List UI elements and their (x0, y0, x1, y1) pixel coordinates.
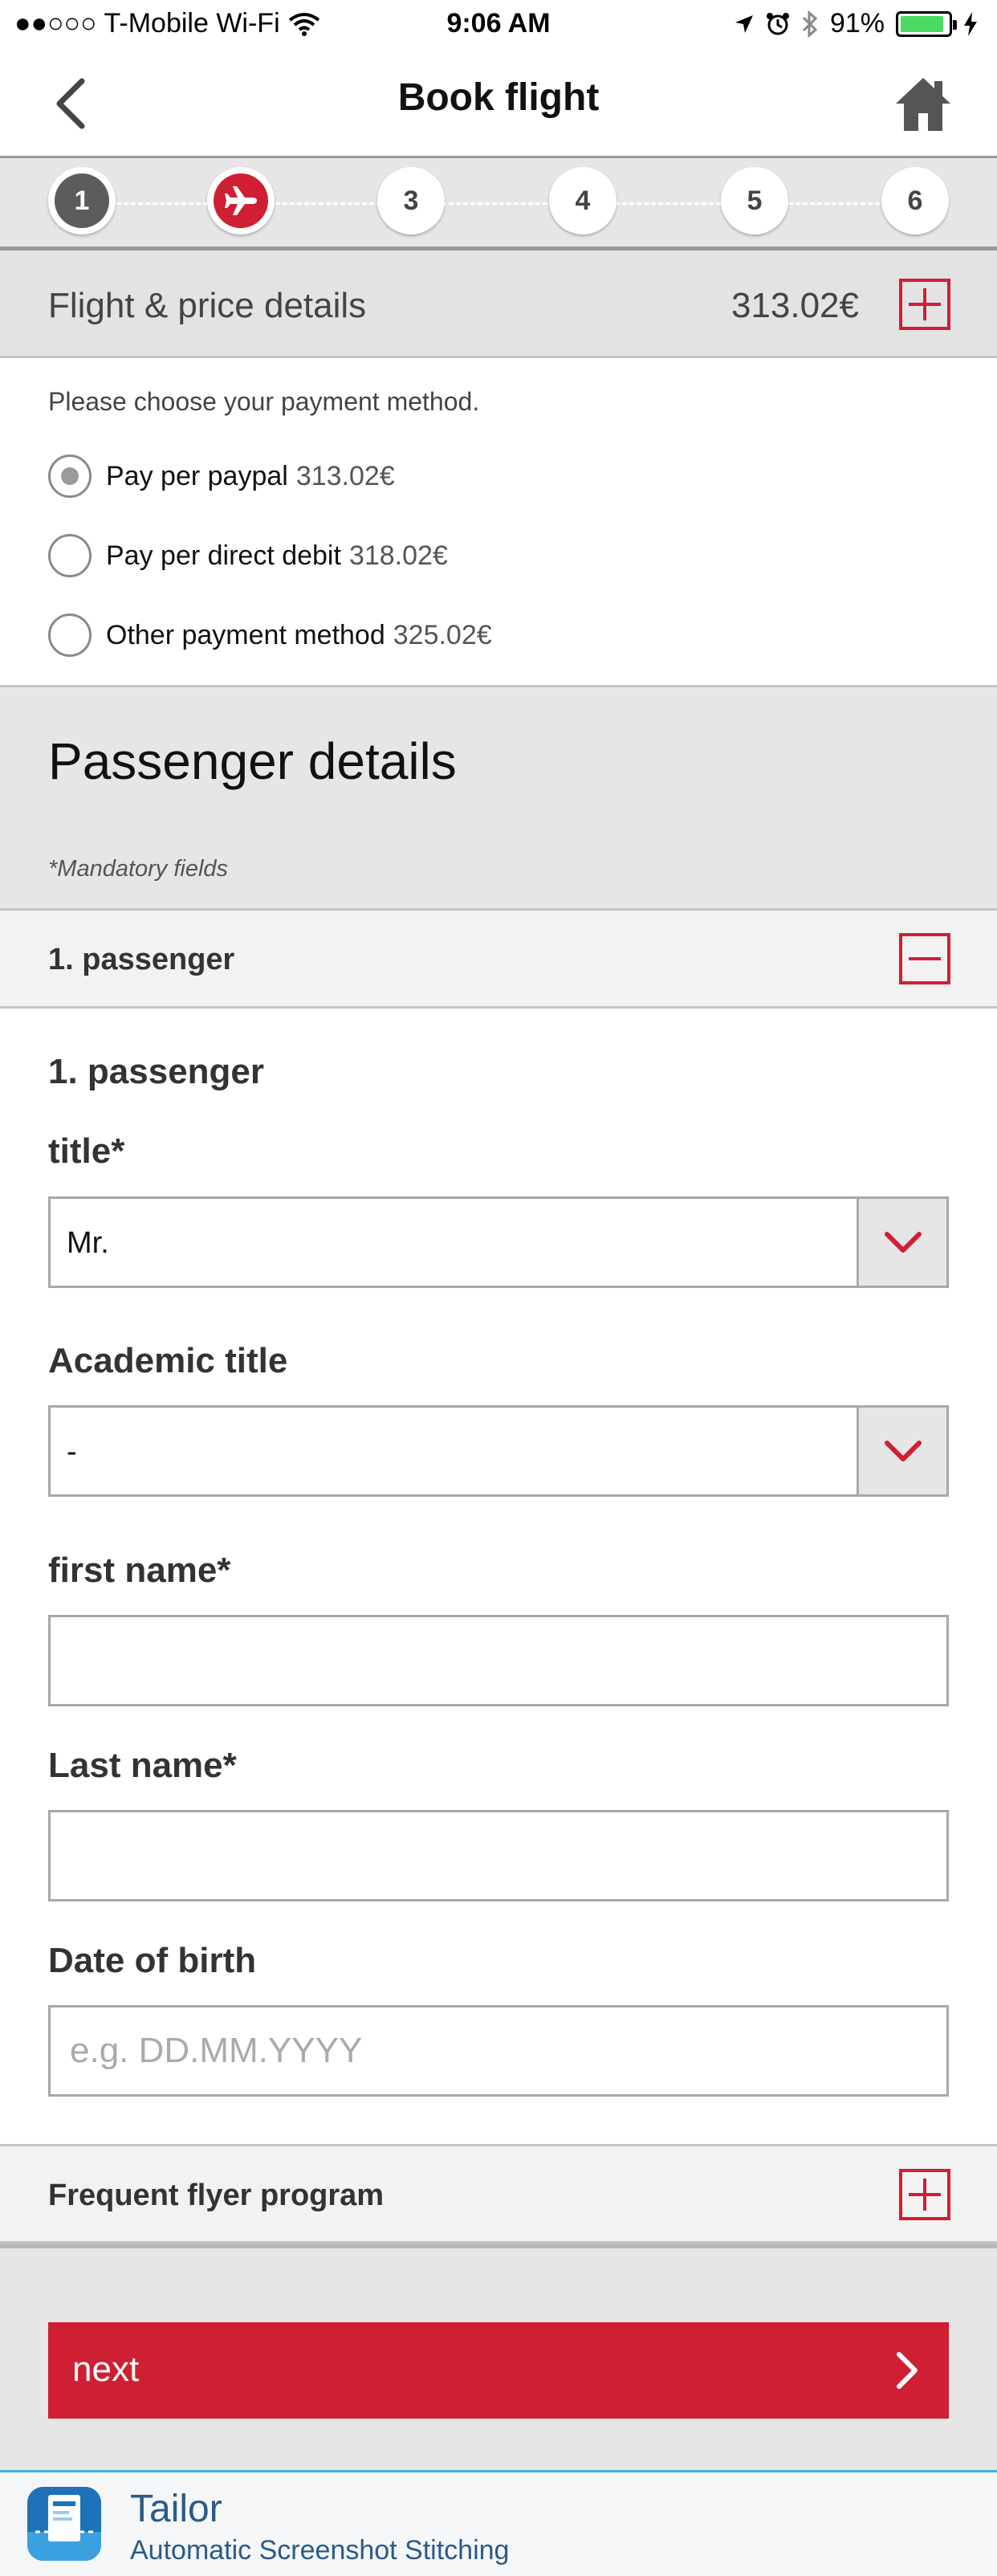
date-of-birth-field[interactable] (48, 2005, 949, 2097)
title-label: title* (48, 1131, 125, 1171)
chevron-right-icon (897, 2352, 918, 2389)
payment-option-label: Pay per direct debit (106, 540, 341, 571)
bluetooth-icon (802, 10, 818, 38)
first-name-field[interactable] (48, 1615, 949, 1706)
booking-progress-stepper: 1 3 4 5 6 (0, 156, 997, 251)
step-6[interactable]: 6 (881, 167, 949, 234)
step-6-label: 6 (907, 185, 923, 216)
payment-option-other[interactable]: Other payment method 325.02€ (48, 613, 492, 657)
payment-option-label: Other payment method (106, 619, 385, 650)
alarm-icon (766, 12, 789, 35)
academic-title-select-toggle[interactable] (857, 1408, 946, 1494)
home-button[interactable] (891, 71, 955, 136)
mandatory-fields-note: *Mandatory fields (48, 856, 229, 882)
location-arrow-icon (735, 14, 753, 33)
passenger-details-title: Passenger details (48, 732, 457, 790)
title-select-value: Mr. (67, 1226, 109, 1260)
airplane-icon (225, 186, 257, 215)
academic-title-label: Academic title (48, 1341, 288, 1380)
passenger-details-header: Passenger details *Mandatory fields (0, 687, 997, 911)
tailor-banner: Tailor Automatic Screenshot Stitching (0, 2470, 997, 2576)
passenger-1-accordion-label: 1. passenger (48, 943, 235, 976)
payment-option-price: 318.02€ (348, 540, 448, 571)
title-select-toggle[interactable] (857, 1199, 946, 1286)
first-name-label: first name* (48, 1551, 231, 1590)
chevron-down-icon (884, 1441, 922, 1461)
frequent-flyer-label: Frequent flyer program (48, 2179, 385, 2212)
frequent-flyer-row[interactable]: Frequent flyer program (0, 2144, 997, 2244)
step-5[interactable]: 5 (721, 167, 788, 234)
last-name-label: Last name* (48, 1746, 237, 1785)
step-4-label: 4 (575, 185, 591, 216)
battery-level (901, 15, 943, 32)
payment-option-price: 313.02€ (295, 460, 395, 491)
chevron-down-icon (884, 1232, 922, 1253)
step-1-label: 1 (55, 173, 109, 228)
footer-actions: next (0, 2244, 997, 2470)
flight-price-details-row[interactable]: Flight & price details 313.02€ (0, 251, 997, 358)
title-select[interactable]: Mr. (48, 1196, 949, 1288)
radio-paypal[interactable] (48, 454, 92, 498)
step-4[interactable]: 4 (549, 167, 617, 234)
tailor-app-icon (27, 2487, 101, 2561)
radio-direct-debit[interactable] (48, 534, 92, 577)
last-name-field[interactable] (48, 1810, 949, 1901)
payment-method-section: Please choose your payment method. Pay p… (0, 358, 997, 687)
status-icons: 91% (734, 8, 978, 39)
home-icon (896, 78, 950, 131)
payment-option-label: Pay per paypal (106, 460, 288, 491)
payment-option-paypal[interactable]: Pay per paypal 313.02€ (48, 454, 395, 498)
next-button[interactable]: next (48, 2322, 949, 2419)
nav-bar: Book flight (0, 51, 997, 156)
passenger-form: 1. passenger title* Mr. Academic title -… (0, 1009, 997, 2144)
academic-title-select-value: - (67, 1435, 77, 1469)
payment-prompt: Please choose your payment method. (48, 387, 480, 416)
tailor-app-name: Tailor (130, 2488, 222, 2530)
date-of-birth-label: Date of birth (48, 1941, 257, 1980)
collapse-passenger-button[interactable] (899, 933, 950, 984)
expand-price-details-button[interactable] (899, 279, 950, 330)
payment-option-direct-debit[interactable]: Pay per direct debit 318.02€ (48, 534, 448, 577)
radio-other[interactable] (48, 613, 92, 657)
battery-percent: 91% (829, 8, 885, 39)
passenger-1-accordion[interactable]: 1. passenger (0, 911, 997, 1009)
page-title: Book flight (397, 76, 600, 119)
step-2-badge (214, 173, 268, 228)
step-3[interactable]: 3 (377, 167, 445, 234)
flight-price-details-label: Flight & price details (48, 286, 367, 325)
status-bar: ●●○○○ T-Mobile Wi-Fi 9:06 AM 91% (0, 0, 997, 51)
charging-bolt-icon (964, 11, 977, 36)
total-price: 313.02€ (730, 286, 859, 325)
expand-frequent-flyer-button[interactable] (899, 2169, 950, 2220)
step-3-label: 3 (403, 185, 419, 216)
step-1[interactable]: 1 (48, 167, 116, 234)
step-5-label: 5 (747, 185, 763, 216)
academic-title-select[interactable]: - (48, 1405, 949, 1497)
stitching-icon (27, 2487, 101, 2561)
battery-icon (896, 10, 957, 37)
next-button-label: next (72, 2350, 140, 2389)
tailor-tagline: Automatic Screenshot Stitching (130, 2535, 510, 2566)
step-2[interactable] (207, 167, 275, 234)
passenger-form-heading: 1. passenger (48, 1052, 265, 1091)
payment-option-price: 325.02€ (393, 619, 492, 650)
